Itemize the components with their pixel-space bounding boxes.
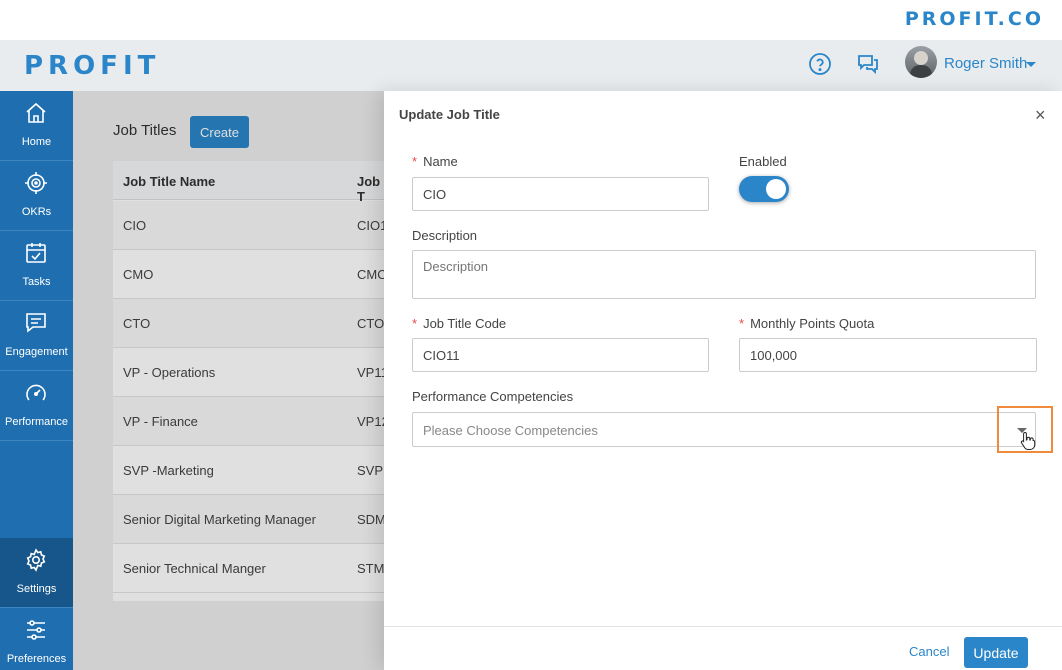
top-header: PROFIT Roger Smith bbox=[0, 40, 1062, 91]
home-icon bbox=[26, 102, 46, 123]
job-title-code-label-text: Job Title Code bbox=[423, 316, 507, 331]
brand-corner-logo: PROFIT.CO bbox=[904, 8, 1044, 30]
monthly-points-quota-field[interactable] bbox=[739, 338, 1037, 372]
sidebar-item-label: Engagement bbox=[5, 346, 68, 358]
monthly-points-quota-label: * Monthly Points Quota bbox=[739, 316, 874, 331]
brand-strip: PROFIT.CO bbox=[0, 0, 1062, 40]
sidebar-item-performance[interactable]: Performance bbox=[0, 371, 73, 441]
sidebar-item-label: Tasks bbox=[22, 276, 51, 288]
sidebar-item-label: Performance bbox=[5, 416, 68, 428]
calendar-check-icon bbox=[26, 243, 46, 263]
job-title-code-label: * Job Title Code bbox=[412, 316, 506, 331]
message-square-icon bbox=[26, 313, 46, 333]
monthly-points-quota-label-text: Monthly Points Quota bbox=[750, 316, 875, 331]
performance-competencies-label: Performance Competencies bbox=[412, 389, 574, 404]
sidebar: Home OKRs Tasks Engagement Performance S… bbox=[0, 91, 73, 670]
job-title-code-field[interactable] bbox=[412, 338, 709, 372]
modal-backdrop[interactable] bbox=[73, 91, 384, 670]
required-mark: * bbox=[412, 316, 418, 331]
gauge-icon bbox=[26, 384, 46, 401]
update-button[interactable]: Update bbox=[964, 637, 1028, 668]
description-field[interactable] bbox=[412, 250, 1036, 299]
sidebar-item-engagement[interactable]: Engagement bbox=[0, 301, 73, 371]
chevron-down-icon[interactable] bbox=[1026, 62, 1036, 67]
sidebar-item-home[interactable]: Home bbox=[0, 91, 73, 161]
name-label: * Name bbox=[412, 154, 458, 169]
sidebar-item-label: Home bbox=[21, 136, 52, 148]
sidebar-item-tasks[interactable]: Tasks bbox=[0, 231, 73, 301]
target-icon bbox=[25, 172, 47, 194]
sliders-icon bbox=[27, 620, 45, 640]
update-job-title-panel: Update Job Title × * Name Enabled Descrip… bbox=[384, 91, 1062, 670]
close-icon[interactable]: × bbox=[1035, 105, 1046, 126]
description-label: Description bbox=[412, 228, 478, 243]
enabled-toggle[interactable] bbox=[739, 176, 789, 202]
performance-competencies-select[interactable]: Please Choose Competencies bbox=[412, 412, 1036, 447]
required-mark: * bbox=[412, 154, 418, 169]
sidebar-item-settings[interactable]: Settings bbox=[0, 538, 73, 608]
competencies-placeholder: Please Choose Competencies bbox=[423, 423, 598, 438]
sidebar-item-label: Preferences bbox=[6, 653, 67, 665]
hand-pointer-icon bbox=[1020, 431, 1036, 450]
required-mark: * bbox=[739, 316, 745, 331]
panel-footer-divider bbox=[384, 626, 1062, 627]
help-circle-icon[interactable] bbox=[808, 52, 832, 76]
toggle-knob bbox=[766, 179, 786, 199]
sidebar-item-label: Settings bbox=[16, 583, 57, 595]
chat-icon[interactable] bbox=[856, 52, 880, 76]
user-name[interactable]: Roger Smith bbox=[944, 55, 1027, 72]
avatar[interactable] bbox=[905, 46, 937, 78]
gear-icon bbox=[26, 548, 46, 572]
name-label-text: Name bbox=[423, 154, 458, 169]
sidebar-item-okrs[interactable]: OKRs bbox=[0, 161, 73, 231]
enabled-label: Enabled bbox=[739, 154, 787, 169]
sidebar-item-preferences[interactable]: Preferences bbox=[0, 608, 73, 670]
name-field[interactable] bbox=[412, 177, 709, 211]
sidebar-item-label: OKRs bbox=[21, 206, 52, 218]
cancel-button[interactable]: Cancel bbox=[909, 644, 949, 659]
panel-title: Update Job Title bbox=[399, 107, 500, 122]
app-logo[interactable]: PROFIT bbox=[24, 52, 160, 80]
